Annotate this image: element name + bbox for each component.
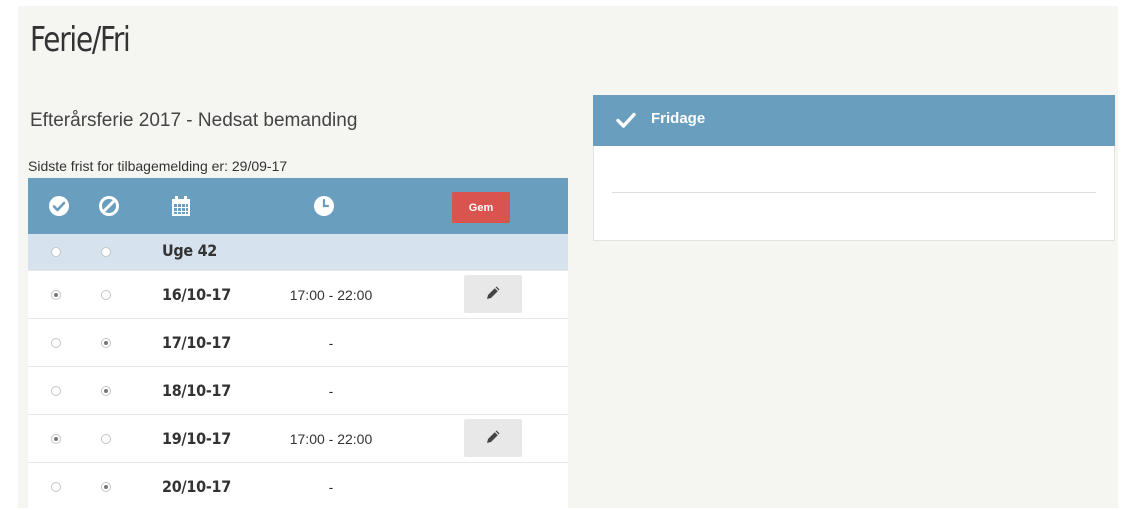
row-date: 17/10-17 [162,333,231,352]
row-time: - [328,383,334,399]
schedule-table: Gem Uge 42 16/10-17 17:00 - 22:00 17/10-17… [28,178,568,508]
check-circle-icon [48,195,70,217]
row-time: - [328,479,334,495]
attend-radio[interactable] [51,290,61,300]
decline-radio[interactable] [101,482,111,492]
fridage-panel-title: Fridage [651,110,706,127]
schedule-header: Gem [28,178,568,234]
row-date: 18/10-17 [162,381,231,400]
ban-icon [98,195,120,217]
week-row: Uge 42 [28,234,568,270]
decline-radio[interactable] [101,290,111,300]
table-row: 19/10-17 17:00 - 22:00 [28,414,568,462]
save-button[interactable]: Gem [452,192,510,223]
attend-radio[interactable] [51,434,61,444]
clock-icon [313,195,335,217]
table-row: 18/10-17 - [28,366,568,414]
row-time: - [328,335,334,351]
attend-radio[interactable] [51,482,61,492]
table-row: 16/10-17 17:00 - 22:00 [28,270,568,318]
deadline-text: Sidste frist for tilbagemelding er: 29/0… [28,158,288,174]
decline-radio[interactable] [101,338,111,348]
decline-radio[interactable] [101,386,111,396]
page: Ferie/Fri Efterårsferie 2017 - Nedsat be… [18,6,1118,508]
edit-button[interactable] [464,419,522,457]
page-title: Ferie/Fri [30,20,131,60]
section-title: Efterårsferie 2017 - Nedsat bemanding [30,110,358,131]
calendar-icon [170,195,192,217]
row-time: 17:00 - 22:00 [289,287,373,303]
pencil-icon [484,430,502,449]
attend-radio[interactable] [51,386,61,396]
fridage-panel: Fridage [593,95,1115,241]
row-date: 16/10-17 [162,285,231,304]
row-date: 19/10-17 [162,429,231,448]
week-label: Uge 42 [162,241,217,260]
check-icon [615,109,637,131]
table-row: 20/10-17 - [28,462,568,510]
fridage-panel-header: Fridage [593,95,1115,146]
attend-radio[interactable] [51,338,61,348]
edit-button[interactable] [464,275,522,313]
week-attend-radio[interactable] [51,247,61,257]
decline-radio[interactable] [101,434,111,444]
panel-divider [612,192,1096,193]
row-date: 20/10-17 [162,477,231,496]
pencil-icon [484,286,502,305]
table-row: 17/10-17 - [28,318,568,366]
row-time: 17:00 - 22:00 [289,431,373,447]
week-decline-radio[interactable] [101,247,111,257]
